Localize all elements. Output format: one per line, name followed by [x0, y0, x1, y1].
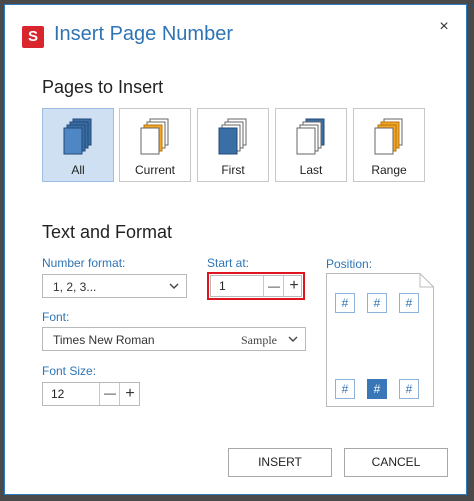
font-value: Times New Roman: [53, 333, 155, 347]
font-size-label: Font Size:: [42, 364, 97, 378]
chevron-down-icon: [288, 336, 298, 342]
position-page-preview: # # # # # #: [326, 273, 434, 407]
start-at-plus-button[interactable]: +: [283, 276, 304, 296]
current-page-icon: [140, 118, 169, 155]
font-size-plus-button[interactable]: +: [119, 383, 140, 405]
number-format-select[interactable]: 1, 2, 3...: [42, 274, 187, 298]
number-format-value: 1, 2, 3...: [53, 280, 97, 294]
app-logo-icon: S: [22, 26, 44, 48]
pages-option-range[interactable]: Range: [353, 108, 425, 182]
pages-option-last-label: Last: [299, 163, 323, 177]
position-bottom-right[interactable]: #: [399, 379, 419, 399]
insert-button[interactable]: INSERT: [228, 448, 332, 477]
position-bottom-left[interactable]: #: [335, 379, 355, 399]
font-select[interactable]: Times New Roman Sample: [42, 327, 306, 351]
close-icon[interactable]: ×: [436, 19, 452, 35]
pages-option-current[interactable]: Current: [119, 108, 191, 182]
pages-option-current-label: Current: [134, 163, 175, 177]
font-sample: Sample: [241, 333, 277, 347]
position-label: Position:: [326, 257, 373, 271]
font-size-input[interactable]: 12: [43, 383, 99, 405]
dialog-title: Insert Page Number: [54, 23, 233, 45]
chevron-down-icon: [169, 283, 179, 289]
start-at-minus-button[interactable]: —: [263, 276, 284, 296]
number-format-label: Number format:: [42, 256, 126, 270]
pages-option-first-label: First: [221, 163, 245, 177]
text-and-format-heading: Text and Format: [42, 222, 173, 242]
pages-option-all-label: All: [71, 163, 85, 177]
pages-option-last[interactable]: Last: [275, 108, 347, 182]
pages-option-range-label: Range: [371, 163, 407, 177]
start-at-label: Start at:: [207, 256, 250, 270]
range-pages-icon: [374, 118, 403, 155]
position-top-right[interactable]: #: [399, 293, 419, 313]
pages-to-insert-heading: Pages to Insert: [42, 77, 164, 97]
cancel-button[interactable]: CANCEL: [344, 448, 448, 477]
all-pages-icon: [63, 118, 92, 155]
font-size-stepper[interactable]: 12 — +: [42, 382, 140, 406]
insert-page-number-dialog: S Insert Page Number × Pages to Insert A…: [4, 4, 467, 495]
title-bar: S Insert Page Number ×: [5, 5, 466, 65]
last-page-icon: [296, 118, 325, 155]
pages-option-all[interactable]: All: [42, 108, 114, 182]
position-top-left[interactable]: #: [335, 293, 355, 313]
start-at-stepper[interactable]: 1 — +: [210, 275, 302, 297]
start-at-input[interactable]: 1: [211, 276, 263, 296]
pages-option-first[interactable]: First: [197, 108, 269, 182]
font-size-minus-button[interactable]: —: [99, 383, 120, 405]
font-label: Font:: [42, 310, 70, 324]
position-top-center[interactable]: #: [367, 293, 387, 313]
first-page-icon: [218, 118, 247, 155]
position-bottom-center[interactable]: #: [367, 379, 387, 399]
